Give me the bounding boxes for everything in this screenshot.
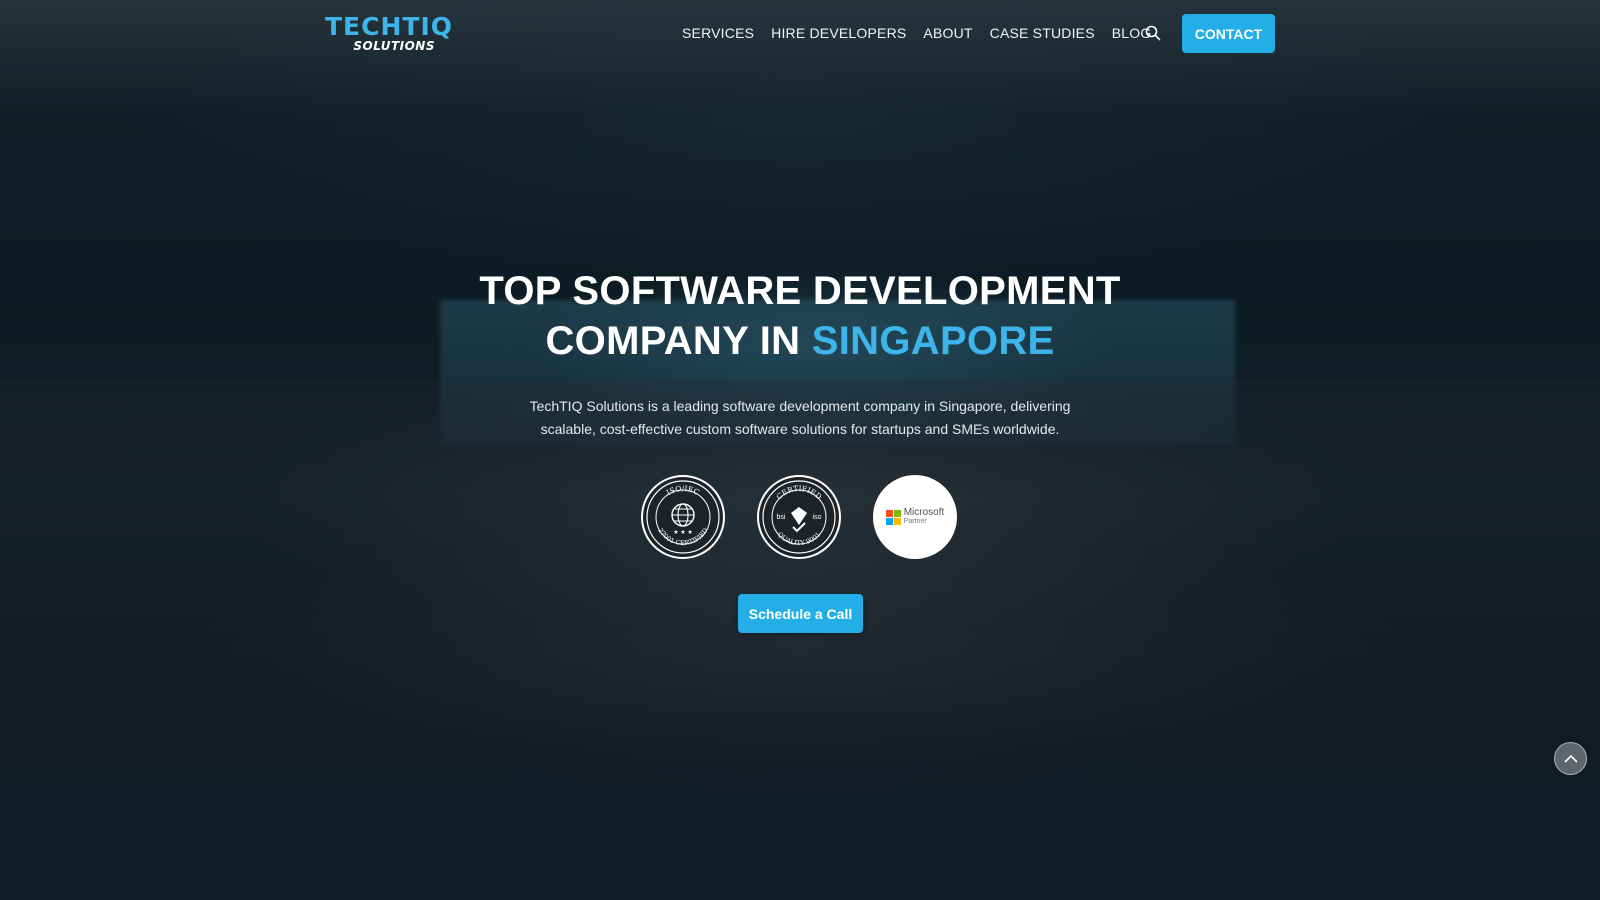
page-title: TOP SOFTWARE DEVELOPMENT COMPANY IN SING… [300,266,1300,366]
microsoft-partner-label: Partner [903,518,927,525]
main-nav: SERVICES HIRE DEVELOPERS ABOUT CASE STUD… [682,22,1168,44]
logo-subtitle: SOLUTIONS [353,39,435,53]
globe-icon: ISO/IEC 27001 CERTIFIED ★ ★ ★ [646,480,720,554]
contact-button[interactable]: CONTACT [1182,14,1275,53]
hero-description: TechTIQ Solutions is a leading software … [450,395,1150,441]
svg-text:CERTIFIED: CERTIFIED [774,484,823,501]
iso27001-top-text: ISO/IEC [665,484,701,497]
iso-27001-badge: ISO/IEC 27001 CERTIFIED ★ ★ ★ [641,475,725,559]
hero-section: TECHTIQ SOLUTIONS SERVICES HIRE DEVELOPE… [0,0,1600,900]
title-accent-location: SINGAPORE [811,319,1055,363]
iso9001-bottom-text: QUALITY 9001 [776,531,822,548]
svg-text:QUALITY 9001: QUALITY 9001 [776,531,822,548]
certified-check-icon: CERTIFIED QUALITY 9001 bsi iso [762,480,836,554]
microsoft-logo: Microsoft Partner [885,507,945,526]
certification-badges: ISO/IEC 27001 CERTIFIED ★ ★ ★ CERTIFIED … [641,475,957,559]
site-logo[interactable]: TECHTIQ SOLUTIONS [325,12,454,54]
iso9001-left-text: bsi [777,514,786,521]
microsoft-partner-badge: Microsoft Partner [873,475,957,559]
nav-item-case-studies[interactable]: CASE STUDIES [990,25,1095,41]
title-line-2-prefix: COMPANY IN [545,319,812,363]
svg-text:ISO/IEC: ISO/IEC [665,484,701,497]
description-line-1: TechTIQ Solutions is a leading software … [529,398,1071,414]
search-icon[interactable] [1145,25,1161,41]
iso9001-top-text: CERTIFIED [774,484,823,501]
nav-item-about[interactable]: ABOUT [923,25,972,41]
microsoft-name: Microsoft [903,507,945,518]
nav-item-services[interactable]: SERVICES [682,25,754,41]
schedule-call-button[interactable]: Schedule a Call [738,594,863,633]
logo-wordmark: TECHTIQ [325,12,454,41]
title-line-1: TOP SOFTWARE DEVELOPMENT [479,269,1121,313]
nav-item-hire-developers[interactable]: HIRE DEVELOPERS [771,25,906,41]
chevron-up-icon [1563,754,1578,763]
iso-9001-badge: CERTIFIED QUALITY 9001 bsi iso [757,475,841,559]
iso9001-right-text: iso [813,514,822,521]
description-line-2: scalable, cost-effective custom software… [540,421,1060,437]
scroll-to-top-button[interactable] [1554,742,1587,775]
microsoft-windows-icon [885,509,901,525]
svg-text:★ ★ ★: ★ ★ ★ [673,529,692,536]
background-overlay [0,0,1600,900]
